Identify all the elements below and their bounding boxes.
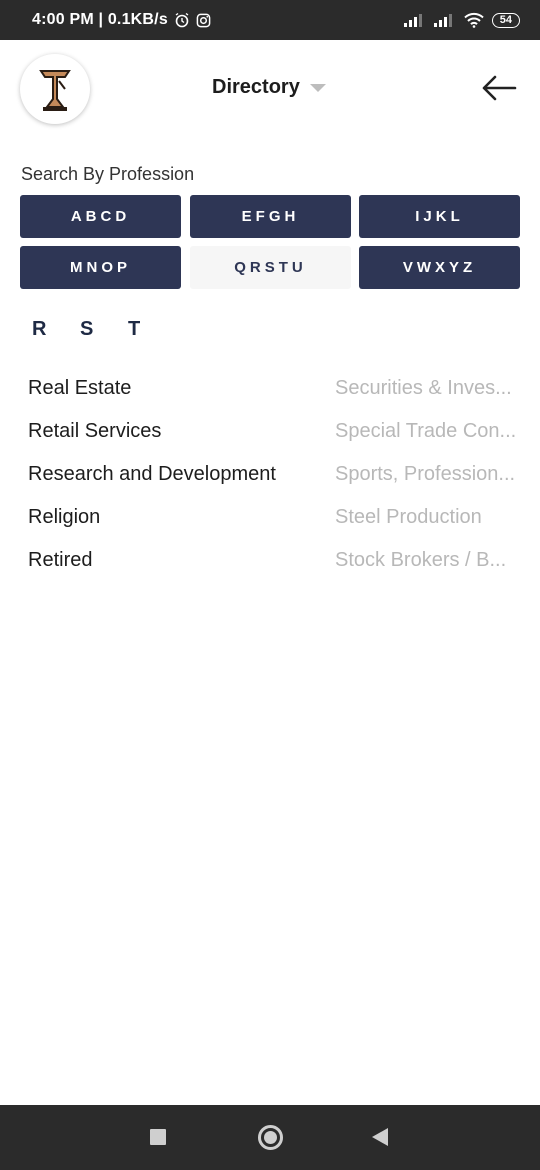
list-item[interactable]: Securities & Inves... bbox=[335, 374, 525, 417]
group-button-ijkl[interactable]: IJKL bbox=[359, 195, 520, 238]
signal-icon-2 bbox=[433, 14, 452, 27]
tab-letter-t[interactable]: T bbox=[128, 318, 176, 341]
status-time: 4:00 PM | 0.1KB/s bbox=[32, 11, 168, 28]
group-button-vwxyz[interactable]: VWXYZ bbox=[359, 246, 520, 289]
battery-indicator: 54 bbox=[491, 12, 520, 28]
home-icon[interactable] bbox=[258, 1125, 283, 1150]
list-item[interactable]: Sports, Profession... bbox=[335, 460, 525, 503]
signal-icon bbox=[403, 14, 422, 27]
page-title: Directory bbox=[212, 76, 300, 98]
back-triangle-icon[interactable] bbox=[372, 1128, 388, 1146]
list-item[interactable]: Retired bbox=[28, 546, 276, 589]
group-button-efgh[interactable]: EFGH bbox=[190, 195, 351, 238]
list-item[interactable]: Real Estate bbox=[28, 374, 276, 417]
alarm-icon bbox=[175, 12, 189, 28]
group-button-qrstu[interactable]: QRSTU bbox=[190, 246, 351, 289]
status-bar: 4:00 PM | 0.1KB/s 54 bbox=[0, 0, 540, 40]
arrow-left-icon bbox=[482, 75, 517, 101]
list-item[interactable]: Retail Services bbox=[28, 417, 276, 460]
list-item[interactable]: Religion bbox=[28, 503, 276, 546]
back-button[interactable] bbox=[478, 70, 520, 106]
list-item[interactable]: Research and Development bbox=[28, 460, 276, 503]
tab-letter-s[interactable]: S bbox=[80, 318, 128, 341]
app-logo[interactable] bbox=[20, 54, 90, 124]
anvil-logo-icon bbox=[39, 70, 71, 111]
list-item[interactable]: Stock Brokers / B... bbox=[335, 546, 525, 589]
list-item[interactable]: Special Trade Con... bbox=[335, 417, 525, 460]
tab-letter-r[interactable]: R bbox=[32, 318, 80, 341]
list-item[interactable]: Steel Production bbox=[335, 503, 525, 546]
group-button-mnop[interactable]: MNOP bbox=[20, 246, 181, 289]
sub-letter-tabs: R S T bbox=[32, 318, 176, 341]
app-header: Directory bbox=[0, 40, 540, 140]
profession-list-left: Real Estate Retail Services Research and… bbox=[28, 374, 276, 589]
search-by-profession-label: Search By Profession bbox=[21, 164, 195, 184]
system-nav-bar bbox=[0, 1105, 540, 1170]
directory-dropdown[interactable]: Directory bbox=[212, 76, 326, 99]
profession-list-right: Securities & Inves... Special Trade Con.… bbox=[335, 374, 525, 589]
group-button-abcd[interactable]: ABCD bbox=[20, 195, 181, 238]
wifi-icon bbox=[464, 12, 484, 28]
chevron-down-icon bbox=[309, 83, 326, 92]
instagram-icon bbox=[196, 13, 211, 27]
recents-icon[interactable] bbox=[150, 1129, 166, 1145]
